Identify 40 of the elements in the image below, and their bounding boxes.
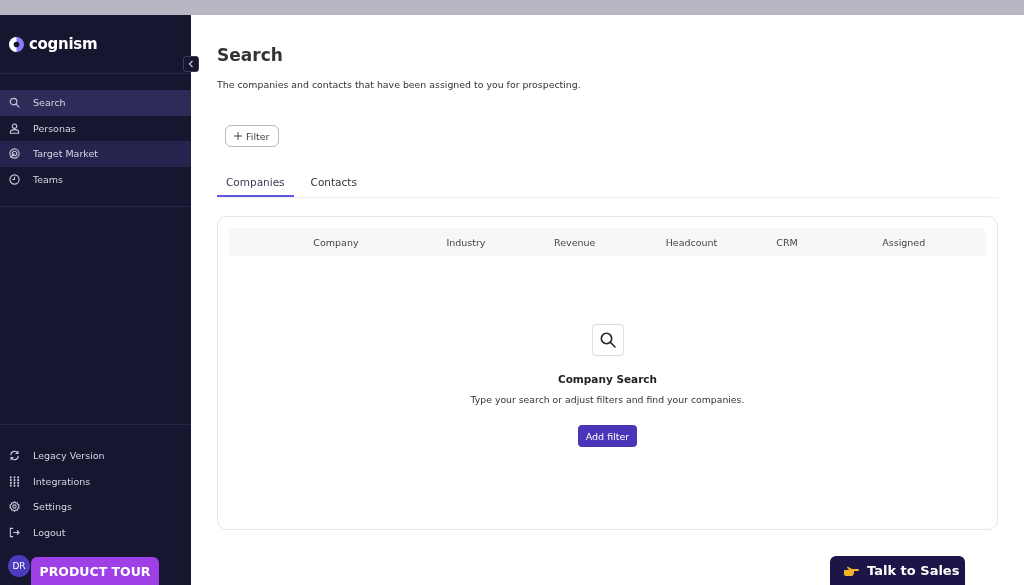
nav-item[interactable]: Integrations — [0, 468, 191, 494]
logo-text: cognism — [29, 35, 98, 53]
logout-icon — [9, 526, 20, 538]
product-tour-button[interactable]: PRODUCT TOUR — [31, 557, 159, 585]
search-icon — [9, 97, 20, 109]
filter-button[interactable]: Filter — [225, 125, 279, 147]
nav-item[interactable]: Legacy Version — [0, 443, 191, 469]
tab[interactable]: Contacts — [301, 176, 366, 197]
column-header[interactable]: Company — [259, 236, 413, 248]
empty-state-title: Company Search — [557, 373, 658, 385]
page-description: The companies and contacts that have been assigned to you for prospecting. — [217, 79, 582, 90]
person-icon — [9, 122, 20, 134]
nav-item[interactable]: Target Market — [0, 141, 191, 167]
add-filter-button[interactable]: Add filter — [577, 425, 638, 447]
tab[interactable]: Companies — [217, 176, 294, 197]
target-icon — [9, 148, 20, 160]
column-header[interactable]: CRM — [752, 236, 822, 248]
nav-item[interactable]: Search — [0, 90, 191, 116]
nav-item[interactable]: Teams — [0, 166, 191, 192]
nav-item[interactable]: Logout — [0, 519, 191, 545]
avatar[interactable]: DR — [8, 555, 30, 577]
column-header[interactable]: Industry — [412, 236, 519, 248]
grid-icon — [9, 475, 20, 487]
nav-item[interactable]: Personas — [0, 115, 191, 141]
chevron-left-icon — [188, 60, 194, 68]
refresh-icon — [9, 450, 20, 462]
collapse-button[interactable] — [183, 56, 199, 72]
pointing-hand-icon — [843, 564, 859, 577]
empty-state-description: Type your search or adjust filters and find your companies. — [470, 394, 745, 405]
page-title: Search — [217, 45, 284, 65]
column-header[interactable]: Revenue — [519, 236, 631, 248]
search-icon — [598, 331, 617, 349]
column-header[interactable]: Headcount — [630, 236, 753, 248]
logo-icon — [9, 36, 24, 52]
nav-item[interactable]: Settings — [0, 494, 191, 520]
settings-icon — [9, 501, 20, 513]
column-header[interactable]: Assigned — [821, 236, 986, 248]
talk-to-sales-button[interactable]: Talk to Sales — [830, 556, 965, 585]
plus-icon — [234, 132, 242, 140]
clock-icon — [9, 173, 20, 185]
